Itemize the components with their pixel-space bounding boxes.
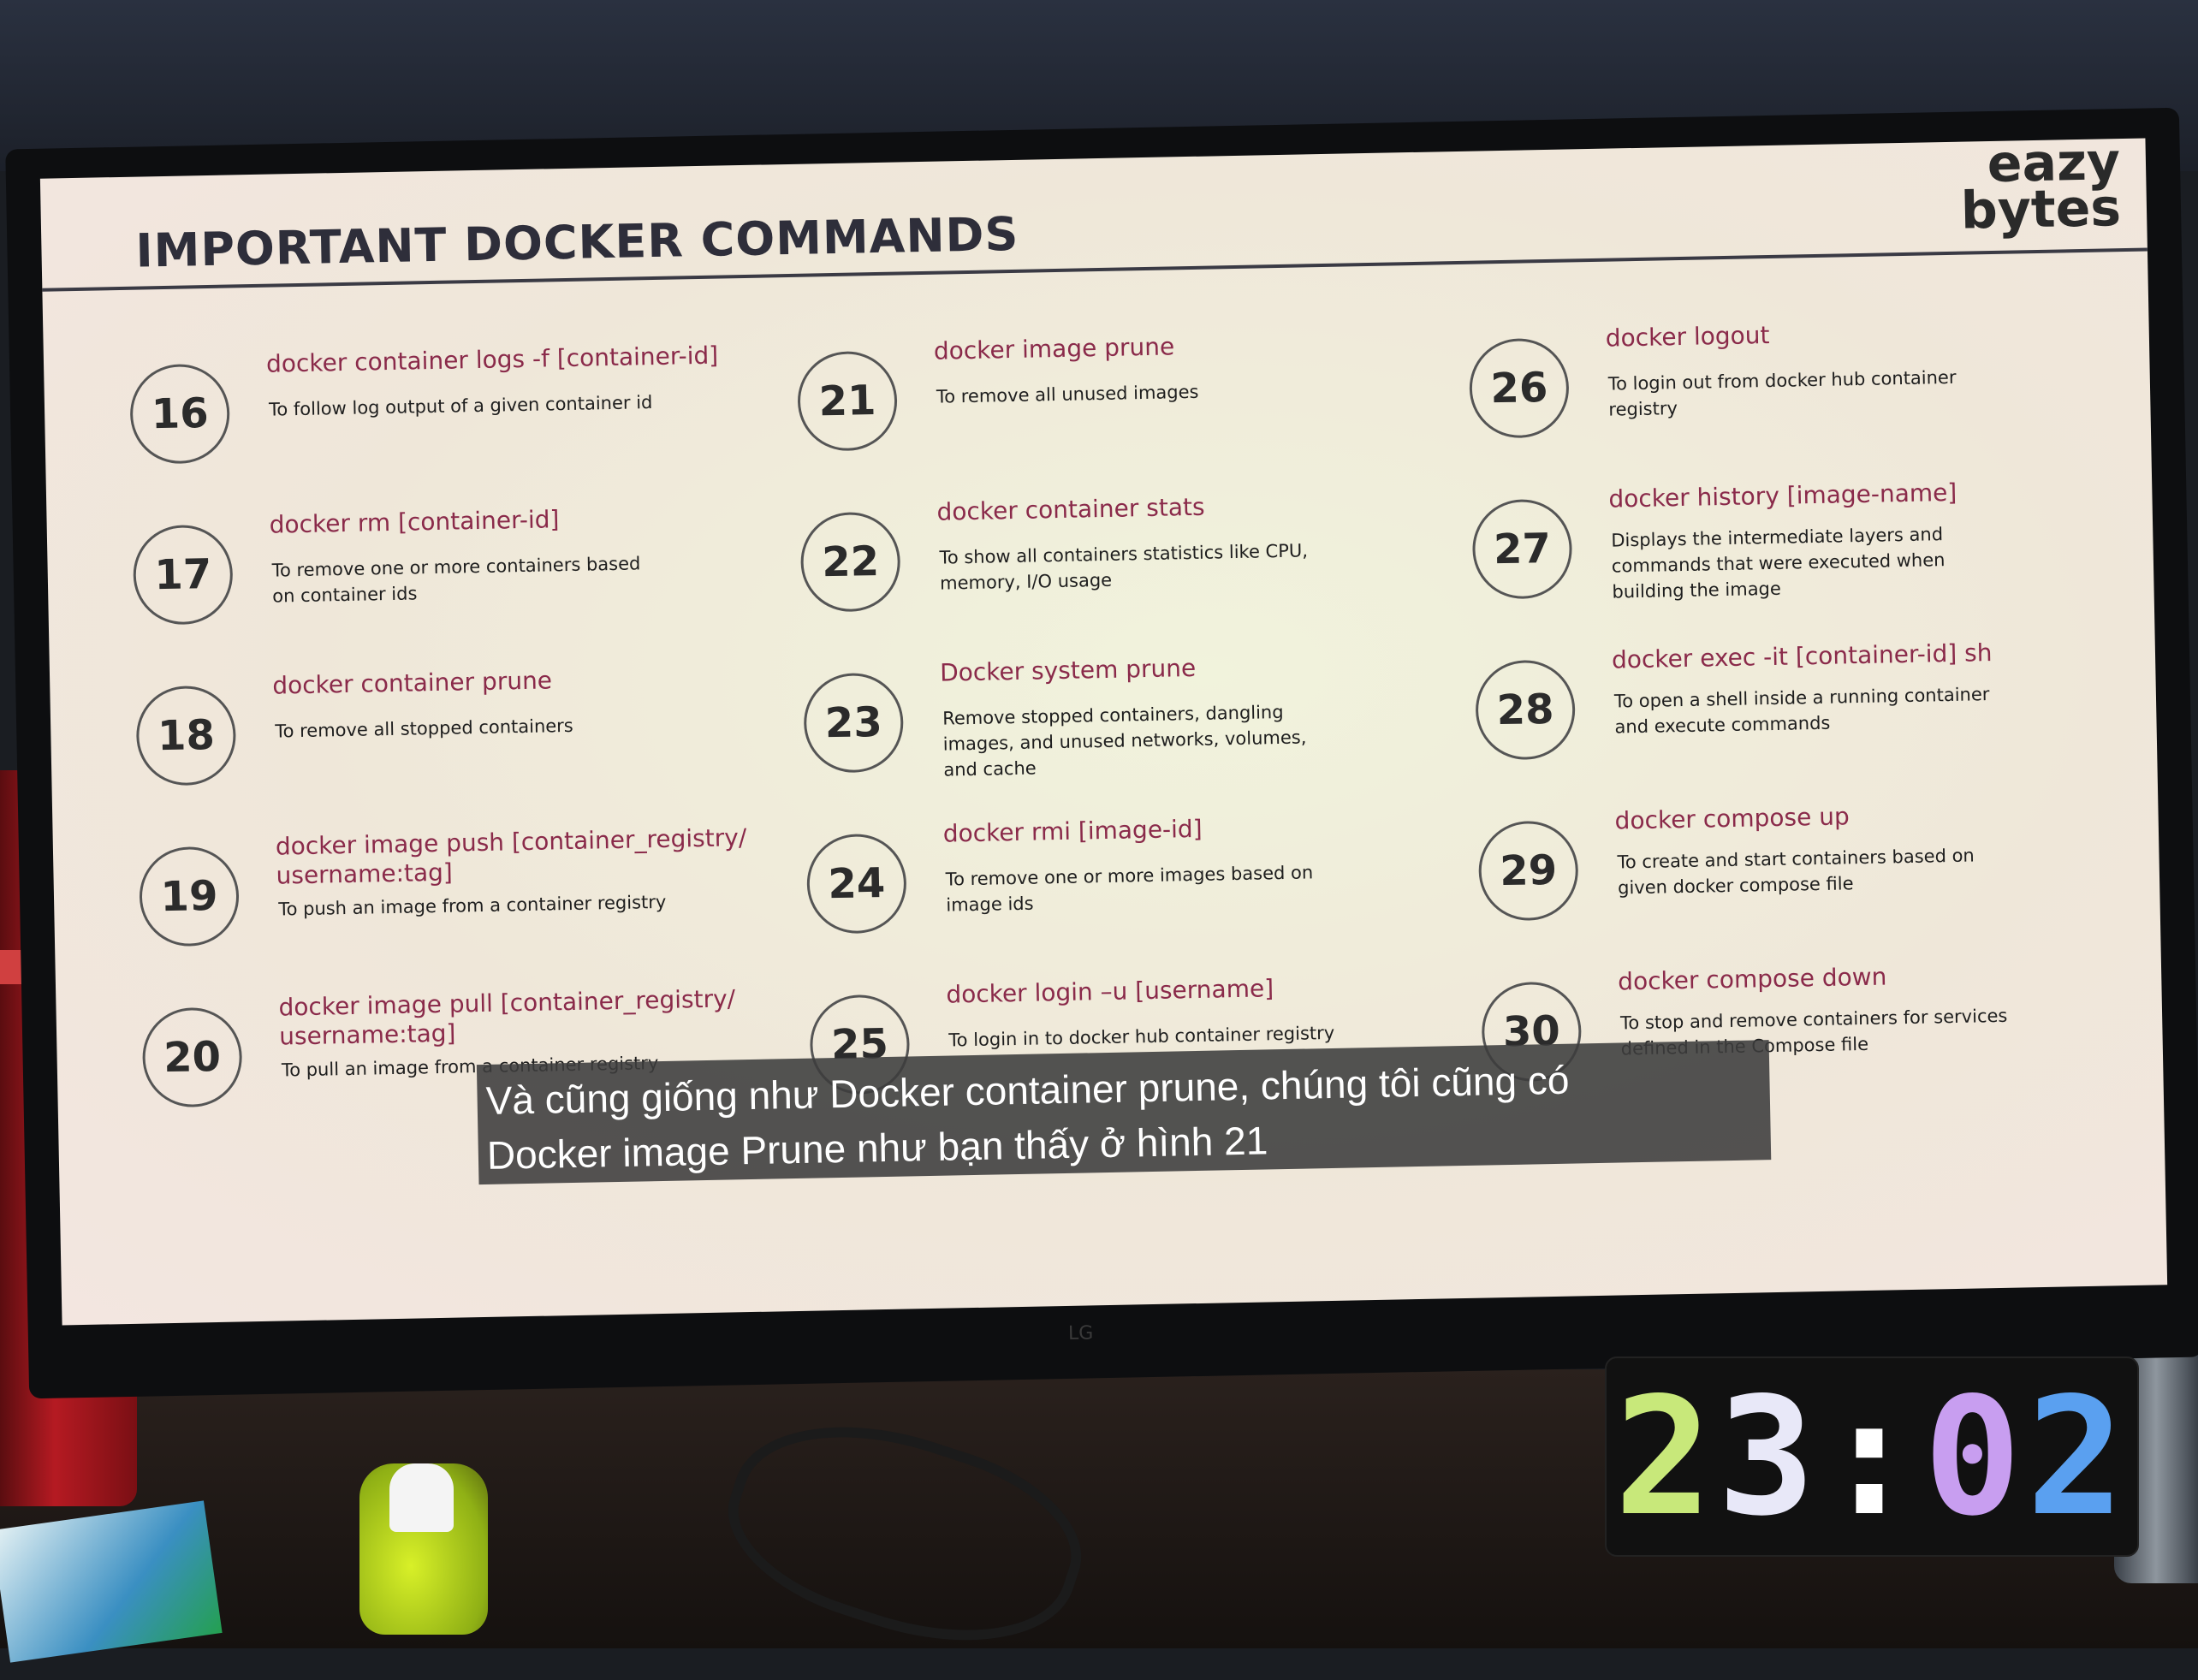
command-item: 24 docker rmi [image-id] To remove one o… (805, 805, 1476, 979)
clock-digit: 3 (1717, 1362, 1821, 1552)
command-text: Docker system prune (939, 653, 1197, 687)
command-number: 23 (803, 672, 905, 774)
command-item: 28 docker exec -it [container-id] sh To … (1475, 632, 2145, 805)
bottle-cap (389, 1463, 454, 1532)
slide-screen: eazy bytes IMPORTANT DOCKER COMMANDS 16 … (39, 138, 2168, 1326)
command-text: docker image push [container_registry/ u… (275, 823, 747, 890)
command-item: 22 docker container stats To show all co… (799, 484, 1470, 657)
command-text: docker container prune (271, 666, 553, 700)
video-subtitle: Và cũng giống như Docker container prune… (476, 1040, 1772, 1185)
command-text: docker image prune (933, 332, 1175, 365)
command-number: 24 (805, 833, 907, 935)
command-text: docker login –u [username] (946, 974, 1274, 1009)
command-number: 21 (796, 350, 899, 452)
command-number: 19 (138, 846, 241, 947)
clock-colon: : (1820, 1362, 1924, 1552)
monitor-brand-logo: LG (1067, 1322, 1094, 1345)
command-description: To open a shell inside a running contain… (1613, 684, 1990, 738)
digital-clock: 2 3 : 0 2 (1605, 1356, 2139, 1557)
clock-digit: 2 (1614, 1362, 1718, 1552)
command-number: 27 (1471, 498, 1573, 600)
command-description: To login in to docker hub container regi… (948, 1022, 1335, 1051)
command-item: 26 docker logout To login out from docke… (1468, 310, 2138, 484)
command-number: 20 (141, 1006, 243, 1108)
command-item: 17 docker rm [container-id] To remove on… (132, 496, 802, 670)
command-number: 22 (799, 511, 901, 613)
clock-digit: 0 (1923, 1362, 2027, 1552)
logo-line-2: bytes (1960, 178, 2122, 241)
command-description: To show all containers statistics like C… (939, 540, 1309, 594)
slide-title: IMPORTANT DOCKER COMMANDS (134, 206, 1019, 278)
command-text: docker compose down (1617, 962, 1887, 996)
clock-digit: 2 (2026, 1362, 2130, 1552)
command-description: To login out from docker hub container r… (1607, 366, 1957, 420)
command-text: docker container stats (936, 492, 1205, 526)
command-description: To follow log output of a given containe… (268, 392, 653, 420)
command-number: 17 (132, 524, 234, 626)
command-number: 28 (1475, 659, 1577, 761)
commands-column-3: 26 docker logout To login out from docke… (1468, 310, 2151, 1127)
command-description: To push an image from a container regist… (278, 891, 667, 920)
command-description: Displays the intermediate layers and com… (1611, 524, 1946, 603)
commands-column-1: 16 docker container logs -f [container-i… (129, 335, 812, 1153)
command-item: 19 docker image push [container_registry… (138, 818, 809, 992)
command-item: 16 docker container logs -f [container-i… (129, 335, 799, 509)
command-description: To remove one or more images based on im… (945, 862, 1314, 916)
command-description: To create and start containers based on … (1617, 845, 1975, 899)
command-text: docker logout (1605, 320, 1770, 353)
monitor: eazy bytes IMPORTANT DOCKER COMMANDS 16 … (5, 107, 2198, 1399)
eazybytes-logo: eazy bytes (1959, 139, 2122, 241)
command-text: docker container logs -f [container-id] (265, 341, 719, 378)
command-text: docker rmi [image-id] (942, 814, 1203, 848)
command-description: To remove all unused images (936, 381, 1199, 407)
command-text: docker exec -it [container-id] sh (1611, 638, 1993, 674)
command-item: 18 docker container prune To remove all … (135, 657, 805, 831)
command-number: 18 (135, 685, 237, 787)
command-description: To remove one or more containers based o… (271, 553, 641, 607)
command-text: docker history [image-name] (1608, 478, 1957, 513)
command-description: To remove all stopped containers (275, 715, 573, 742)
command-number: 16 (129, 363, 231, 465)
command-item: 23 Docker system prune Remove stopped co… (803, 644, 1473, 818)
commands-column-2: 21 docker image prune To remove all unus… (796, 323, 1480, 1140)
command-text: docker compose up (1614, 802, 1850, 835)
command-item: 21 docker image prune To remove all unus… (796, 323, 1467, 496)
command-number: 29 (1477, 820, 1579, 922)
command-description: Remove stopped containers, dangling imag… (942, 701, 1307, 781)
command-number: 26 (1468, 337, 1571, 439)
command-item: 29 docker compose up To create and start… (1477, 793, 2148, 966)
command-item: 27 docker history [image-name] Displays … (1471, 471, 2142, 644)
command-text: docker image pull [container_registry/ u… (278, 984, 736, 1051)
command-text: docker rm [container-id] (269, 505, 560, 539)
